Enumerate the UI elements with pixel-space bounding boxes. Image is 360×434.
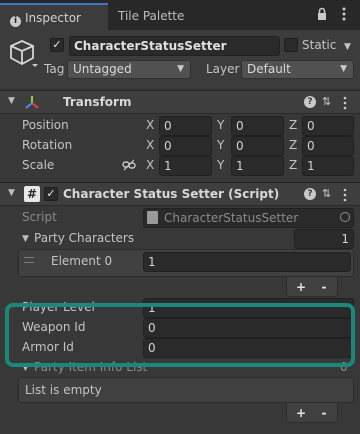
position-z-input[interactable]: 0 xyxy=(302,116,354,136)
position-z-label[interactable]: Z xyxy=(289,118,297,132)
script-file-icon xyxy=(147,211,158,224)
scale-y-label[interactable]: Y xyxy=(217,158,224,172)
scale-y-input[interactable]: 1 xyxy=(231,156,284,176)
element-0-input[interactable]: 1 xyxy=(143,252,351,272)
party-characters-size-input[interactable]: 1 xyxy=(294,229,354,249)
presets-icon[interactable]: ⇅ xyxy=(322,187,331,200)
gameobject-cube-icon[interactable] xyxy=(8,38,38,68)
tag-value: Untagged xyxy=(73,62,132,76)
tab-tile-palette-label: Tile Palette xyxy=(118,9,185,23)
kebab-menu-icon[interactable] xyxy=(342,188,348,202)
scale-x-input[interactable]: 1 xyxy=(159,156,212,176)
rotation-y-input[interactable]: 0 xyxy=(231,136,284,156)
party-characters-foldout-icon[interactable]: ▼ xyxy=(22,234,29,244)
position-x-label[interactable]: X xyxy=(146,118,154,132)
tab-inspector[interactable]: i Inspector xyxy=(0,3,108,30)
highlight-box xyxy=(5,303,355,367)
tab-inspector-label: Inspector xyxy=(25,11,81,25)
component-title: Character Status Setter (Script) xyxy=(63,187,280,201)
info-icon: i xyxy=(10,16,21,27)
tag-dropdown[interactable]: Untagged ▼ xyxy=(67,60,191,79)
transform-title: Transform xyxy=(63,95,132,109)
help-icon[interactable]: ? xyxy=(304,188,316,200)
chevron-down-icon: ▼ xyxy=(340,64,347,74)
static-checkbox[interactable] xyxy=(284,38,298,52)
layer-value: Default xyxy=(247,62,291,76)
layer-dropdown[interactable]: Default ▼ xyxy=(241,60,354,79)
party-characters-label[interactable]: Party Characters xyxy=(34,231,134,245)
script-object-field: CharacterStatusSetter xyxy=(143,208,354,228)
list-empty-box: List is empty xyxy=(18,377,354,403)
constrain-proportions-link-icon[interactable] xyxy=(122,158,136,172)
scale-x-label[interactable]: X xyxy=(146,158,154,172)
scale-z-label[interactable]: Z xyxy=(289,158,297,172)
tag-label: Tag xyxy=(44,62,65,76)
component-foldout-icon[interactable]: ▼ xyxy=(8,188,15,198)
kebab-menu-icon[interactable] xyxy=(340,6,348,22)
party-characters-add-button[interactable]: + xyxy=(290,278,312,296)
tab-bar: i Inspector Tile Palette xyxy=(0,0,360,30)
csharp-script-icon: # xyxy=(24,186,40,202)
static-dropdown-arrow-icon[interactable]: ▼ xyxy=(344,42,351,52)
object-name-input[interactable]: CharacterStatusSetter xyxy=(69,36,280,56)
element-0-label: Element 0 xyxy=(51,254,113,268)
tab-tile-palette[interactable]: Tile Palette xyxy=(108,3,194,30)
position-y-label[interactable]: Y xyxy=(217,118,224,132)
drag-handle-icon[interactable] xyxy=(24,257,34,263)
script-label: Script xyxy=(22,210,57,224)
component-enabled-checkbox[interactable]: ✓ xyxy=(44,187,58,201)
list-empty-text: List is empty xyxy=(25,383,102,397)
position-x-input[interactable]: 0 xyxy=(159,116,212,136)
layer-label: Layer xyxy=(206,62,240,76)
party-item-remove-button[interactable]: - xyxy=(313,404,335,422)
static-label: Static xyxy=(302,38,337,52)
rotation-label: Rotation xyxy=(22,138,73,152)
rotation-z-input[interactable]: 0 xyxy=(302,136,354,156)
scale-z-input[interactable]: 1 xyxy=(302,156,354,176)
object-picker-icon xyxy=(340,212,350,222)
chevron-down-icon: ▼ xyxy=(177,64,184,74)
transform-foldout-icon[interactable]: ▼ xyxy=(8,96,15,106)
presets-icon[interactable]: ⇅ xyxy=(322,95,331,108)
rotation-y-label[interactable]: Y xyxy=(217,138,224,152)
rotation-x-input[interactable]: 0 xyxy=(159,136,212,156)
rotation-z-label[interactable]: Z xyxy=(289,138,297,152)
lock-icon[interactable] xyxy=(315,6,329,22)
script-value: CharacterStatusSetter xyxy=(164,211,299,225)
transform-axes-icon xyxy=(24,94,40,110)
party-characters-remove-button[interactable]: - xyxy=(313,278,335,296)
scale-label: Scale xyxy=(22,158,55,172)
kebab-menu-icon[interactable] xyxy=(342,96,348,110)
active-checkbox[interactable]: ✓ xyxy=(50,38,64,52)
position-y-input[interactable]: 0 xyxy=(231,116,284,136)
position-label: Position xyxy=(22,118,69,132)
help-icon[interactable]: ? xyxy=(304,96,316,108)
rotation-x-label[interactable]: X xyxy=(146,138,154,152)
party-item-add-button[interactable]: + xyxy=(290,404,312,422)
